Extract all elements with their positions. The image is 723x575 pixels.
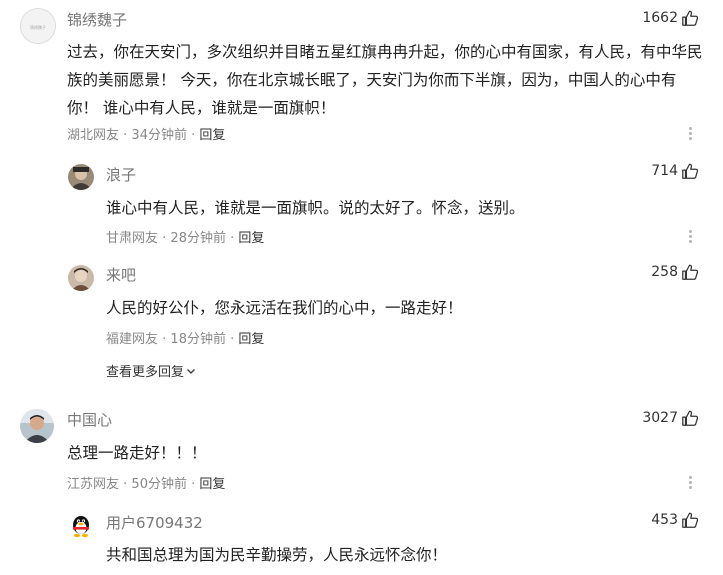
like-button[interactable]: 1662 [642, 9, 699, 27]
comment-username[interactable]: 中国心 [67, 409, 112, 430]
comment-text: 过去，你在天安门，多次组织并目睹五星红旗冉冉升起，你的心中有国家，有人民，有中华… [67, 43, 703, 117]
thumbs-up-icon [682, 264, 699, 280]
reply-username[interactable]: 浪子 [106, 164, 136, 185]
thumbs-up-icon [682, 410, 699, 426]
like-count: 258 [651, 264, 678, 280]
comment-text: 总理一路走好！！！ [67, 444, 207, 462]
avatar[interactable] [20, 409, 54, 443]
view-more-replies-button[interactable]: 查看更多回复 [106, 361, 196, 380]
vertical-dots-icon[interactable] [689, 230, 693, 245]
reply-button[interactable]: 回复 [238, 231, 264, 246]
avatar-image [20, 409, 54, 443]
like-button[interactable]: 258 [651, 263, 699, 281]
reply-text: 人民的好公仆，您永远活在我们的心中，一路走好！ [106, 299, 463, 317]
reply-location: 甘肃网友 [106, 231, 159, 246]
like-count: 3027 [642, 410, 678, 426]
avatar[interactable] [68, 513, 94, 539]
thumbs-up-icon [682, 163, 699, 179]
avatar-image [68, 164, 94, 190]
reply-text: 谁心中有人民，谁就是一面旗帜。说的太好了。怀念，送别。 [106, 199, 525, 217]
reply-meta: 甘肃网友 · 28分钟前 · 回复 [106, 231, 265, 246]
penguin-avatar-icon [68, 513, 94, 539]
reply-location: 福建网友 [106, 332, 159, 347]
comment-time: 34分钟前 [131, 128, 187, 143]
comment-username[interactable]: 锦绣魏子 [67, 9, 127, 30]
reply-button[interactable]: 回复 [238, 332, 264, 347]
avatar[interactable]: 锦绣魏子 [20, 8, 56, 44]
thumbs-up-icon [682, 512, 699, 528]
comment-meta: 江苏网友 · 50分钟前 · 回复 [67, 477, 226, 492]
like-count: 453 [651, 512, 678, 528]
reply-meta: 福建网友 · 18分钟前 · 回复 [106, 332, 265, 347]
reply-time: 28分钟前 [170, 231, 226, 246]
reply-text: 共和国总理为国为民辛勤操劳，人民永远怀念你！ [106, 546, 448, 564]
view-more-label: 查看更多回复 [106, 365, 185, 380]
comment-time: 50分钟前 [131, 477, 187, 492]
reply-username[interactable]: 来吧 [106, 264, 136, 285]
like-count: 1662 [642, 10, 678, 26]
comment-location: 江苏网友 [67, 477, 120, 492]
reply-button[interactable]: 回复 [199, 128, 225, 143]
vertical-dots-icon[interactable] [689, 127, 693, 142]
avatar-image: 锦绣魏子 [21, 9, 55, 43]
like-count: 714 [651, 163, 678, 179]
like-button[interactable]: 714 [651, 162, 699, 180]
reply-button[interactable]: 回复 [199, 477, 225, 492]
thumbs-up-icon [682, 10, 699, 26]
avatar-watermark: 锦绣魏子 [30, 24, 46, 30]
comment-location: 湖北网友 [67, 128, 120, 143]
comment-section: { "comments": [ { "user": "锦绣魏子", "likes… [0, 0, 723, 575]
chevron-down-icon [187, 368, 195, 374]
like-button[interactable]: 3027 [642, 409, 699, 427]
avatar-image [68, 265, 94, 291]
reply-username[interactable]: 用户6709432 [106, 512, 203, 533]
comment-meta: 湖北网友 · 34分钟前 · 回复 [67, 128, 226, 143]
avatar[interactable] [68, 265, 94, 291]
avatar[interactable] [68, 164, 94, 190]
like-button[interactable]: 453 [651, 511, 699, 529]
vertical-dots-icon[interactable] [689, 476, 693, 491]
reply-time: 18分钟前 [170, 332, 226, 347]
